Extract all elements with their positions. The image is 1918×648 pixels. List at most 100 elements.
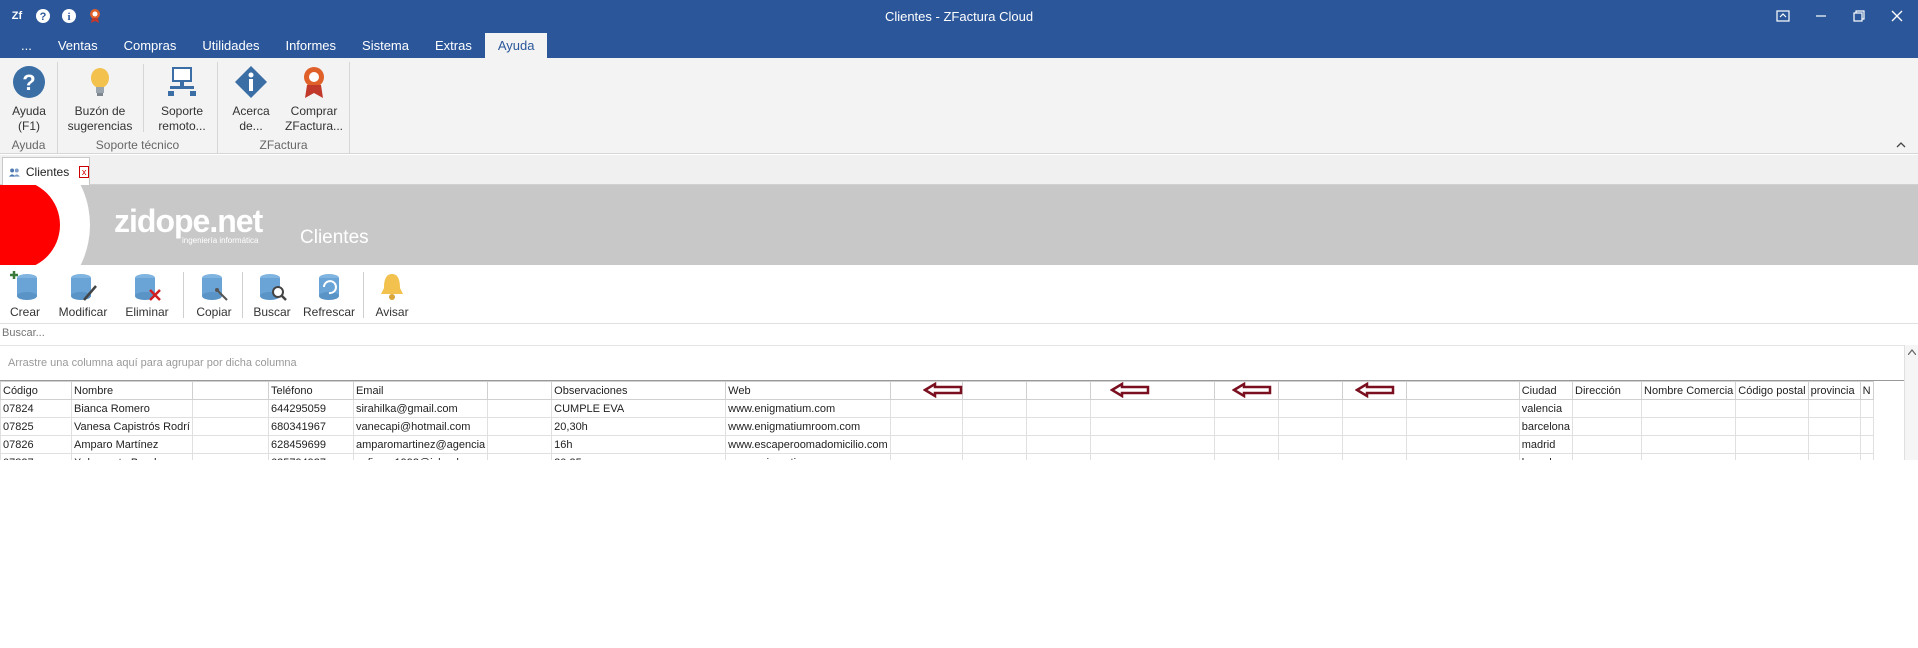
column-header[interactable]: Nombre [71,381,193,400]
column-header[interactable]: Teléfono [267,381,354,400]
table-cell[interactable] [1572,417,1643,436]
table-cell[interactable] [1025,399,1091,418]
crear-button[interactable]: Crear [8,270,42,319]
avisar-button[interactable]: Avisar [374,270,410,319]
table-cell[interactable] [1025,417,1091,436]
table-cell[interactable] [487,399,553,418]
table-cell[interactable] [889,417,963,436]
table-cell[interactable]: xefirava1993@icloud.com [352,453,489,460]
column-header[interactable] [961,381,1027,400]
search-input[interactable] [0,327,400,339]
column-header[interactable] [1025,381,1091,400]
table-cell[interactable] [1025,435,1091,454]
table-row[interactable]: 07827Xelyvaveta Bender 635794937xefirava1… [0,453,1874,460]
group-by-area[interactable]: Arrastre una columna aquí para agrupar p… [0,345,1904,379]
table-cell[interactable] [1735,453,1809,460]
table-cell[interactable] [1089,417,1215,436]
tab-ayuda[interactable]: Ayuda [484,33,548,58]
table-cell[interactable] [1277,435,1343,454]
refrescar-button[interactable]: Refrescar [303,270,355,319]
table-cell[interactable] [1405,435,1520,454]
close-tab-icon[interactable]: x [79,165,89,178]
table-cell[interactable] [487,435,553,454]
table-cell[interactable]: www.enigmatium.com [725,399,891,418]
table-cell[interactable] [1213,417,1279,436]
tab-more[interactable]: ... [8,33,45,58]
restore-icon[interactable] [1850,5,1868,27]
table-cell[interactable] [889,399,963,418]
table-cell[interactable] [191,399,269,418]
column-header[interactable]: N [1859,381,1874,400]
pin-window-icon[interactable] [1774,5,1792,27]
table-cell[interactable] [1807,435,1861,454]
table-cell[interactable] [961,453,1027,460]
comprar-zfactura-button[interactable]: Comprar ZFactura... [280,64,348,134]
table-cell[interactable]: barcelona [1518,453,1574,460]
table-cell[interactable]: 644295059 [267,399,354,418]
table-cell[interactable] [1213,453,1279,460]
table-cell[interactable] [1735,399,1809,418]
column-header[interactable]: provincia [1807,381,1861,400]
tab-compras[interactable]: Compras [111,33,190,58]
table-cell[interactable] [1213,399,1279,418]
column-header[interactable]: Código postal [1735,381,1809,400]
table-cell[interactable] [1277,399,1343,418]
table-cell[interactable] [1341,399,1407,418]
tab-extras[interactable]: Extras [422,33,485,58]
table-cell[interactable] [1277,453,1343,460]
table-cell[interactable]: Amparo Martínez [71,435,193,454]
ayuda-button[interactable]: ? Ayuda (F1) [0,64,60,134]
table-cell[interactable]: amparomartinez@agencia [352,435,489,454]
table-cell[interactable] [1572,435,1643,454]
table-cell[interactable] [889,435,963,454]
table-cell[interactable] [191,453,269,460]
table-cell[interactable] [1807,417,1861,436]
table-cell[interactable]: Xelyvaveta Bender [71,453,193,460]
column-header[interactable]: Email [352,381,489,400]
table-cell[interactable] [1859,399,1874,418]
table-cell[interactable] [1341,435,1407,454]
table-cell[interactable] [889,453,963,460]
buzon-sugerencias-button[interactable]: Buzón de sugerencias [66,64,134,134]
table-cell[interactable] [1025,453,1091,460]
column-header[interactable]: Ciudad [1518,381,1574,400]
table-row[interactable]: 07826 Amparo Martínez 628459699 amparomarti… [0,435,1874,454]
table-cell[interactable] [961,417,1027,436]
copiar-button[interactable]: Copiar [194,270,234,319]
table-cell[interactable] [1859,417,1874,436]
table-cell[interactable]: valencia [1518,399,1574,418]
vertical-scrollbar[interactable] [1904,345,1918,460]
table-cell[interactable]: 07826 [0,435,72,454]
column-header[interactable]: Observaciones [551,381,727,400]
table-cell[interactable]: 680341967 [267,417,354,436]
table-cell[interactable]: 635794937 [267,453,354,460]
table-cell[interactable] [1341,417,1407,436]
eliminar-button[interactable]: Eliminar [124,270,170,319]
close-icon[interactable] [1888,5,1906,27]
table-cell[interactable] [1213,435,1279,454]
table-cell[interactable]: sirahilka@gmail.com [352,399,489,418]
table-cell[interactable] [1405,453,1520,460]
table-cell[interactable] [191,417,269,436]
table-cell[interactable] [1089,453,1215,460]
table-cell[interactable]: Vanesa Capistrós Rodrí [71,417,193,436]
table-cell[interactable]: CUMPLE EVA [551,399,727,418]
table-row[interactable]: 07825 Vanesa Capistrós Rodrí 680341967 vane… [0,417,1874,436]
minimize-icon[interactable] [1812,5,1830,27]
scroll-up-icon[interactable] [1907,347,1917,357]
table-cell[interactable] [1641,399,1737,418]
column-header[interactable] [1277,381,1343,400]
doc-tab-clientes[interactable]: Clientes x [2,157,90,185]
table-cell[interactable]: 07825 [0,417,72,436]
column-header[interactable]: Nombre Comercia [1641,381,1737,400]
column-header[interactable]: Código [0,381,72,400]
tab-utilidades[interactable]: Utilidades [189,33,272,58]
table-cell[interactable] [191,435,269,454]
column-header[interactable] [191,381,269,400]
table-cell[interactable]: www.enigmatium.com [725,453,891,460]
table-cell[interactable] [1807,399,1861,418]
table-cell[interactable] [1641,453,1737,460]
column-header[interactable]: Web [725,381,891,400]
column-header[interactable]: Dirección [1572,381,1643,400]
table-cell[interactable] [1735,417,1809,436]
